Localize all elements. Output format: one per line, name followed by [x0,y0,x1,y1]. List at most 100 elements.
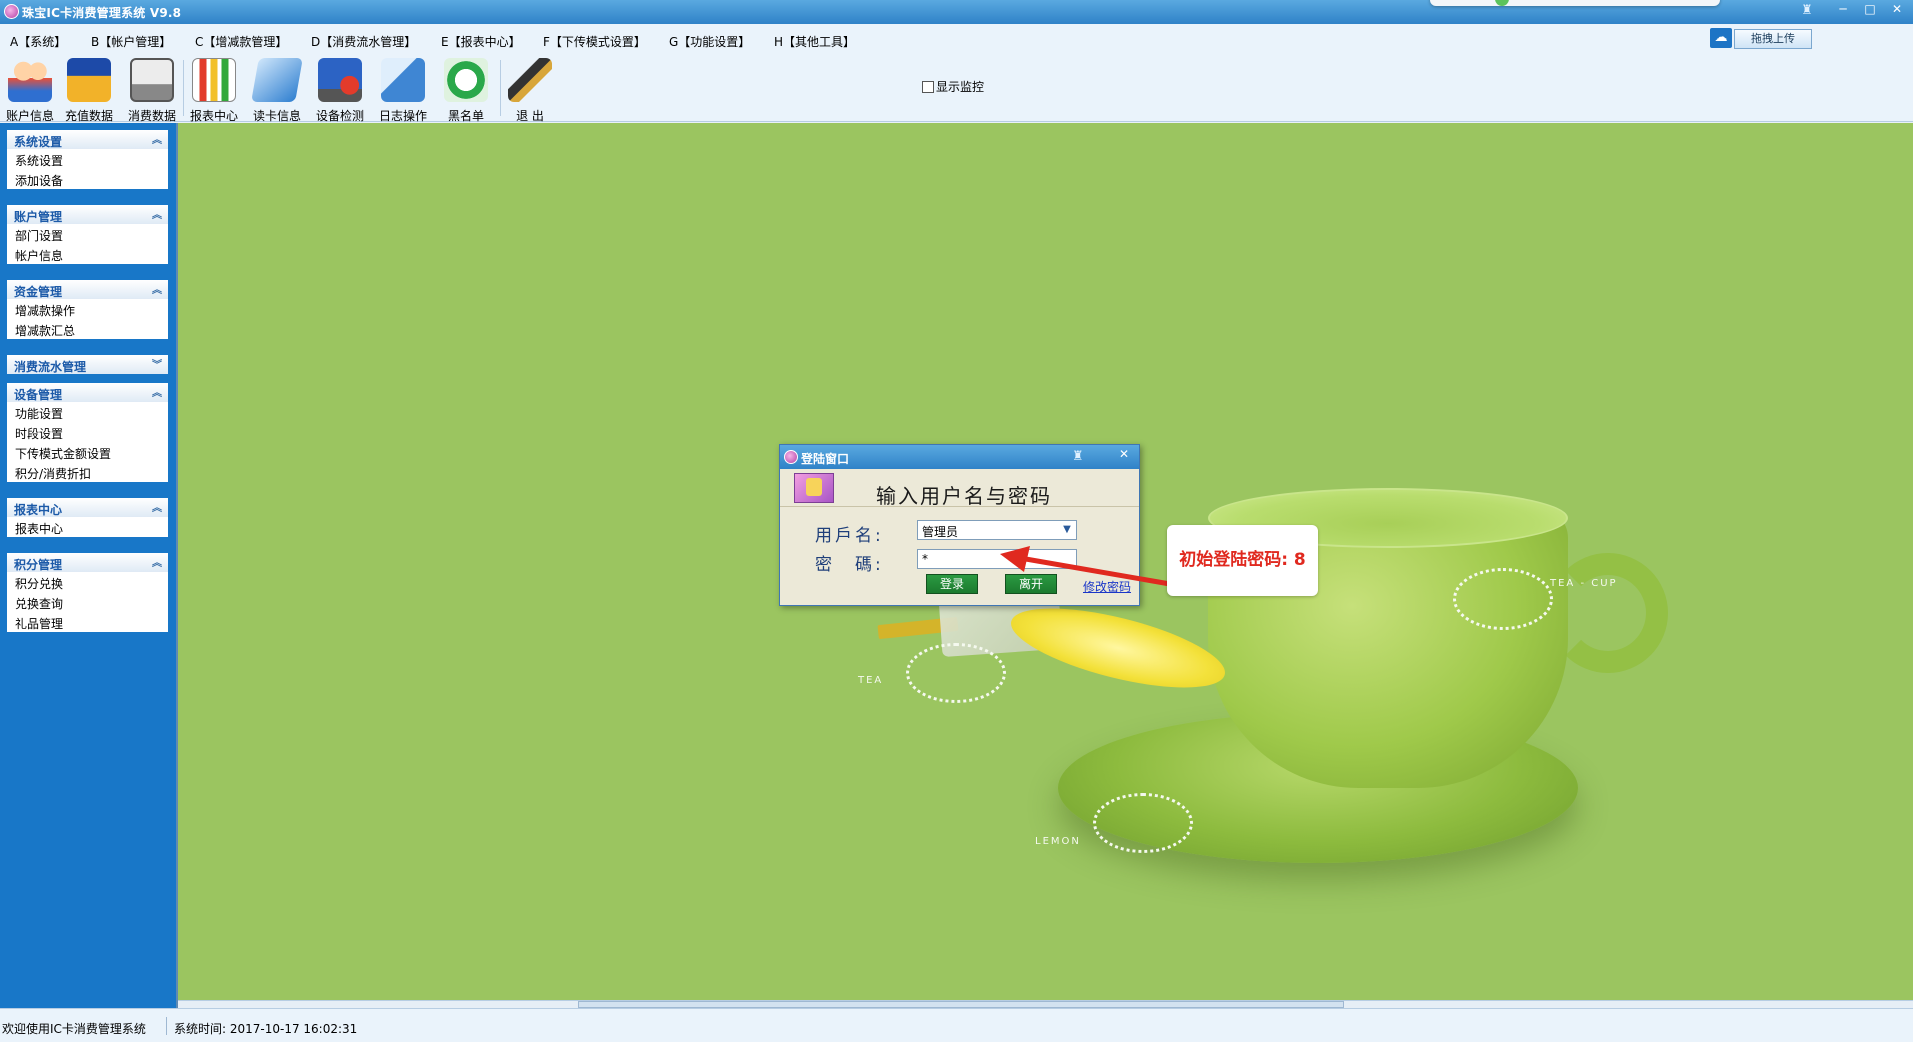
group-title: 积分管理 [14,558,63,572]
sidebar-item-department[interactable]: 部门设置 [7,224,168,244]
menu-bar: A【系统】 B【帐户管理】 C【增减款管理】 D【消费流水管理】 E【报表中心】… [0,24,1913,54]
lemon-dotted-circle [1093,793,1193,853]
toolbar-label: 消费数据 [127,109,176,123]
sidebar-group-header[interactable]: 报表中心 ︽ [7,498,168,517]
close-button[interactable]: ✕ [1884,2,1910,18]
login-button[interactable]: 登录 [926,574,978,594]
toolbar-label: 日志操作 [378,109,427,123]
chevron-down-icon[interactable]: ▼ [1060,523,1074,537]
menu-report-center[interactable]: E【报表中心】 [441,33,521,50]
sidebar-item-adjust-funds[interactable]: 增减款操作 [7,299,168,319]
collapse-chevron-icon[interactable]: ︽ [152,131,162,146]
teacup-dotted-circle [1453,568,1553,630]
collapse-chevron-icon[interactable]: ︽ [152,281,162,296]
maximize-button[interactable]: □ [1857,2,1883,18]
tea-dotted-circle [906,643,1006,703]
minimize-button[interactable]: ─ [1830,2,1856,18]
sidebar-item-function-settings[interactable]: 功能设置 [7,402,168,422]
dialog-title-bar[interactable]: 登陆窗口 ♜ ✕ [780,445,1139,469]
menu-function-settings[interactable]: G【功能设置】 [669,33,750,50]
dialog-close-button[interactable]: ✕ [1108,445,1140,465]
toolbar-label: 账户信息 [5,109,54,123]
sidebar-group-header[interactable]: 积分管理 ︽ [7,553,168,572]
title-bar: 珠宝IC卡消费管理系统 V9.8 ♜ ─ □ ✕ [0,0,1913,24]
horizontal-scrollbar[interactable] [178,1000,1913,1008]
menu-account-management[interactable]: B【帐户管理】 [91,33,171,50]
blacklist-icon [444,58,488,102]
sidebar-group-report: 报表中心 ︽ 报表中心 [7,498,168,537]
menu-download-mode[interactable]: F【下传模式设置】 [543,33,646,50]
read-card-icon [251,58,303,102]
sidebar-item-points-discount[interactable]: 积分/消费折扣 [7,462,168,482]
sidebar-item-account-info[interactable]: 帐户信息 [7,244,168,264]
status-welcome: 欢迎使用IC卡消费管理系统 [2,1022,146,1036]
group-title: 报表中心 [14,503,63,517]
skin-icon[interactable]: ♜ [1800,4,1814,18]
toolbar-recharge-button[interactable]: 充值数据 [59,56,119,123]
status-time: 系统时间: 2017-10-17 16:02:31 [174,1022,358,1036]
menu-adjust-funds[interactable]: C【增减款管理】 [195,33,287,50]
drag-upload-button[interactable]: 拖拽上传 [1734,29,1812,49]
scrollbar-thumb[interactable] [578,1001,1344,1008]
toolbar-log-button[interactable]: 日志操作 [373,56,433,123]
sidebar-group-accounts: 账户管理 ︽ 部门设置 帐户信息 [7,205,168,264]
toolbar-label: 读卡信息 [252,109,301,123]
sidebar-group-header[interactable]: 资金管理 ︽ [7,280,168,299]
accounts-icon [8,58,52,102]
expand-chevron-icon[interactable]: ︾ [152,356,162,371]
collapse-chevron-icon[interactable]: ︽ [152,206,162,221]
sidebar-item-exchange-query[interactable]: 兑换查询 [7,592,168,612]
status-indicator-icon [1495,0,1509,6]
group-title: 系统设置 [14,135,63,149]
password-value: * [922,552,928,566]
collapse-chevron-icon[interactable]: ︽ [152,554,162,569]
dialog-header: 输入用户名与密码 [780,469,1139,508]
show-monitor-checkbox[interactable]: 显示监控 [922,78,984,95]
sidebar-item-download-amount[interactable]: 下传模式金额设置 [7,442,168,462]
sidebar-group-funds: 资金管理 ︽ 增减款操作 增减款汇总 [7,280,168,339]
toolbar-report-button[interactable]: 报表中心 [184,56,244,123]
group-title: 资金管理 [14,285,63,299]
menu-system[interactable]: A【系统】 [10,33,66,50]
dialog-title: 登陆窗口 [801,452,850,466]
dialog-heading: 输入用户名与密码 [876,484,1052,508]
sidebar-item-points-exchange[interactable]: 积分兑换 [7,572,168,592]
device-check-icon [318,58,362,102]
cloud-upload-icon[interactable]: ☁ [1710,28,1732,48]
toolbar-device-check-button[interactable]: 设备检测 [310,56,370,123]
toolbar-label: 黑名单 [447,109,484,123]
sidebar: 系统设置 ︽ 系统设置 添加设备 账户管理 ︽ 部门设置 帐户信息 资金管理 ︽ 增减… [0,123,176,1008]
username-select[interactable]: 管理员 ▼ [917,520,1077,540]
status-bar: 欢迎使用IC卡消费管理系统 系统时间: 2017-10-17 16:02:31 [0,1008,1913,1042]
collapse-chevron-icon[interactable]: ︽ [152,384,162,399]
tea-label: TEA [858,675,884,686]
menu-other-tools[interactable]: H【其他工具】 [774,33,855,50]
sidebar-group-points: 积分管理 ︽ 积分兑换 兑换查询 礼品管理 [7,553,168,632]
app-logo-icon [4,4,19,19]
sidebar-group-header[interactable]: 账户管理 ︽ [7,205,168,224]
skin-icon[interactable]: ♜ [1072,449,1084,464]
sidebar-item-adjust-summary[interactable]: 增减款汇总 [7,319,168,339]
sidebar-group-header[interactable]: 设备管理 ︽ [7,383,168,402]
menu-consumption-flow[interactable]: D【消费流水管理】 [311,33,416,50]
toolbar-label: 退 出 [516,109,544,123]
sidebar-item-report-center[interactable]: 报表中心 [7,517,168,537]
toolbar-consumption-button[interactable]: 消费数据 [122,56,182,123]
sidebar-item-time-settings[interactable]: 时段设置 [7,422,168,442]
toolbar-read-card-button[interactable]: 读卡信息 [247,56,307,123]
window-title: 珠宝IC卡消费管理系统 V9.8 [22,6,182,20]
sidebar-item-system-settings[interactable]: 系统设置 [7,149,168,169]
consumption-icon [130,58,174,102]
toolbar-exit-button[interactable]: 退 出 [500,56,560,123]
sidebar-item-gift-management[interactable]: 礼品管理 [7,612,168,632]
floating-widget[interactable] [1430,0,1720,6]
toolbar-blacklist-button[interactable]: 黑名单 [436,56,496,123]
toolbar-accounts-button[interactable]: 账户信息 [0,56,60,123]
sidebar-item-add-device[interactable]: 添加设备 [7,169,168,189]
report-chart-icon [192,58,236,102]
sidebar-group-header[interactable]: 系统设置 ︽ [7,130,168,149]
checkbox-box[interactable] [922,81,934,93]
collapse-chevron-icon[interactable]: ︽ [152,499,162,514]
annotation-arrow [1000,546,1173,587]
sidebar-group-header[interactable]: 消费流水管理 ︾ [7,355,168,374]
